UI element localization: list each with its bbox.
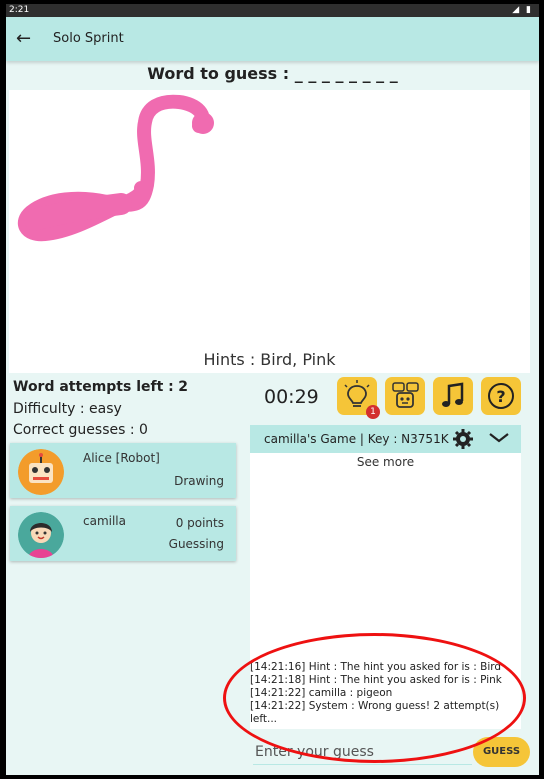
guess-button[interactable]: GUESS (473, 737, 530, 767)
app-window: 2:21 ◢ ▮ ← Solo Sprint Word to guess : _… (6, 4, 539, 775)
gear-icon[interactable] (452, 428, 474, 450)
chat-header: camilla's Game | Key : N3751K (250, 425, 521, 453)
music-button[interactable] (433, 377, 473, 415)
chat-message: [14:21:16] Hint : The hint you asked for… (250, 661, 502, 673)
chevron-down-icon[interactable] (488, 430, 510, 446)
countdown-timer: 00:29 (264, 386, 319, 408)
chat-message: [14:21:22] System : Wrong guess! 2 attem… (250, 700, 500, 712)
player-role: Drawing (174, 474, 224, 488)
svg-text:?: ? (496, 387, 505, 406)
chat-panel: See more [14:21:16] Hint : The hint you … (250, 453, 521, 729)
back-arrow-icon[interactable]: ← (16, 28, 31, 49)
robot-chat-icon (392, 382, 419, 408)
difficulty: Difficulty : easy (13, 401, 122, 417)
game-title: camilla's Game | Key : N3751K (264, 432, 449, 446)
chat-message: [14:21:22] camilla : pigeon (250, 687, 393, 699)
correct-guesses: Correct guesses : 0 (13, 422, 148, 438)
robot-chat-button[interactable] (385, 377, 425, 415)
robot-avatar-icon (18, 449, 64, 495)
chat-messages: [14:21:16] Hint : The hint you asked for… (250, 661, 517, 726)
hint-count-badge: 1 (366, 405, 380, 419)
page-title: Solo Sprint (53, 31, 124, 46)
flamingo-drawing (17, 94, 214, 242)
help-question-icon: ? (488, 383, 514, 409)
app-bar: ← Solo Sprint (6, 17, 539, 61)
player-points: 0 points (175, 516, 224, 530)
help-button[interactable]: ? (481, 377, 521, 415)
guess-input[interactable] (253, 740, 472, 765)
chat-message: left... (250, 713, 278, 725)
player-name: Alice [Robot] (83, 451, 160, 465)
drawing-canvas[interactable]: Hints : Bird, Pink (9, 90, 530, 373)
player-name: camilla (83, 514, 126, 528)
attempts-value: 2 (178, 379, 188, 395)
word-to-guess: Word to guess : _ _ _ _ _ _ _ _ (147, 64, 398, 83)
status-bar: 2:21 ◢ ▮ (6, 4, 539, 17)
attempts-left: Word attempts left : 2 (13, 379, 188, 395)
status-time: 2:21 (9, 5, 30, 15)
player-card: camilla 0 points Guessing (10, 506, 236, 561)
see-more-link[interactable]: See more (250, 455, 521, 469)
player-card: Alice [Robot] Drawing (10, 443, 236, 498)
signal-battery-icon: ◢ ▮ (512, 5, 533, 15)
chat-message: [14:21:18] Hint : The hint you asked for… (250, 674, 502, 686)
attempts-label: Word attempts left : (13, 379, 174, 395)
music-note-icon (442, 382, 464, 407)
hints-text: Hints : Bird, Pink (203, 350, 336, 369)
player-role: Guessing (168, 537, 224, 551)
girl-avatar-icon (18, 512, 64, 558)
